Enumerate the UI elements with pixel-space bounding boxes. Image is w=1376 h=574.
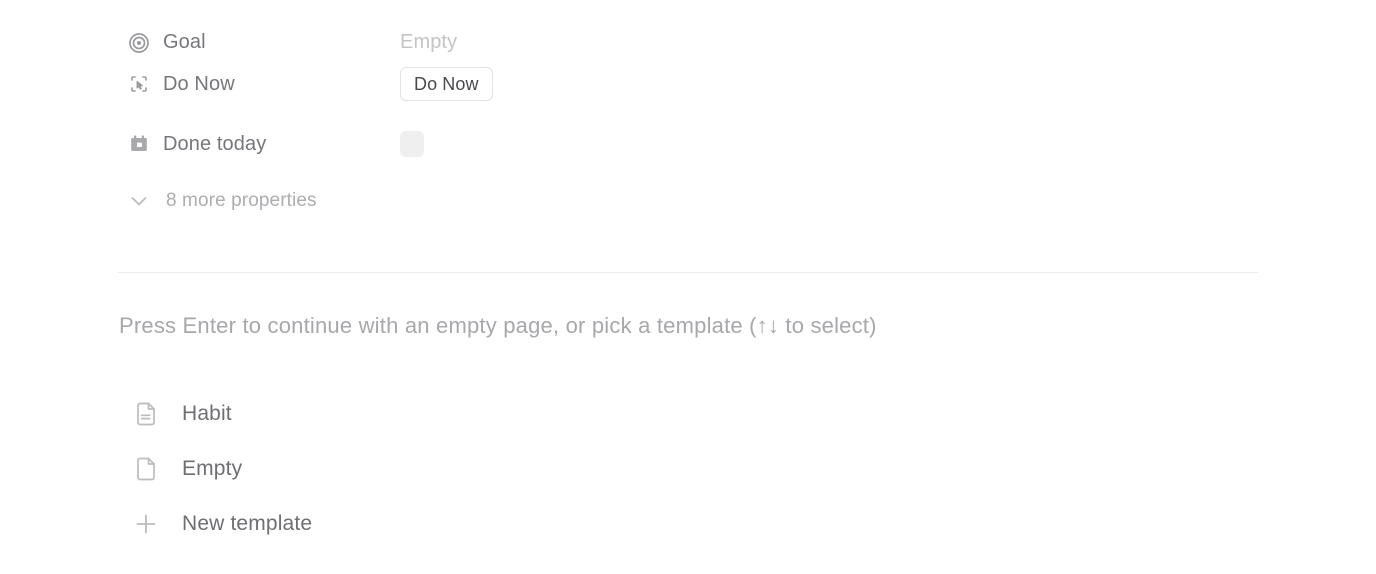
calendar-filled-icon: [128, 133, 150, 155]
property-empty-placeholder: Empty: [400, 31, 458, 53]
template-label-empty: Empty: [182, 456, 243, 480]
tag-chip-do-now[interactable]: Do Now: [400, 67, 493, 101]
new-page-dialog: Goal Empty Do Now Do Now Done today 8 mo…: [0, 0, 1376, 574]
property-name-done-today: Done today: [163, 132, 267, 155]
property-row-done-today[interactable]: Done today: [0, 114, 1376, 174]
template-label-habit: Habit: [182, 401, 232, 425]
template-item-habit[interactable]: Habit: [0, 386, 1376, 441]
properties-panel: Goal Empty Do Now Do Now Done today 8 mo…: [0, 0, 1376, 228]
property-row-do-now[interactable]: Do Now Do Now: [0, 54, 1376, 114]
template-label-new-template: New template: [182, 511, 313, 535]
chevron-down-icon: [126, 188, 152, 214]
template-picker-hint: Press Enter to continue with an empty pa…: [119, 313, 877, 338]
select-cursor-icon: [128, 73, 150, 95]
target-icon: [128, 32, 150, 54]
template-item-new-template[interactable]: New template: [0, 496, 1376, 551]
property-value-do-now[interactable]: Do Now: [400, 67, 493, 101]
template-list: Habit Empty New template: [0, 386, 1376, 551]
property-label-goal: Goal: [128, 31, 400, 54]
checkbox-done-today[interactable]: [400, 131, 424, 157]
template-item-empty[interactable]: Empty: [0, 441, 1376, 496]
document-lines-icon: [132, 400, 160, 428]
property-name-do-now: Do Now: [163, 72, 235, 95]
section-divider: [118, 272, 1258, 273]
property-row-goal[interactable]: Goal Empty: [0, 0, 1376, 54]
plus-icon: [132, 510, 160, 538]
property-label-done-today: Done today: [128, 133, 400, 156]
more-properties-label: 8 more properties: [166, 190, 317, 211]
more-properties-toggle[interactable]: 8 more properties: [0, 174, 1376, 228]
document-blank-icon: [132, 455, 160, 483]
property-name-goal: Goal: [163, 31, 206, 53]
property-value-done-today[interactable]: [400, 131, 424, 157]
property-label-do-now: Do Now: [128, 73, 400, 96]
property-value-goal[interactable]: Empty: [400, 31, 457, 54]
